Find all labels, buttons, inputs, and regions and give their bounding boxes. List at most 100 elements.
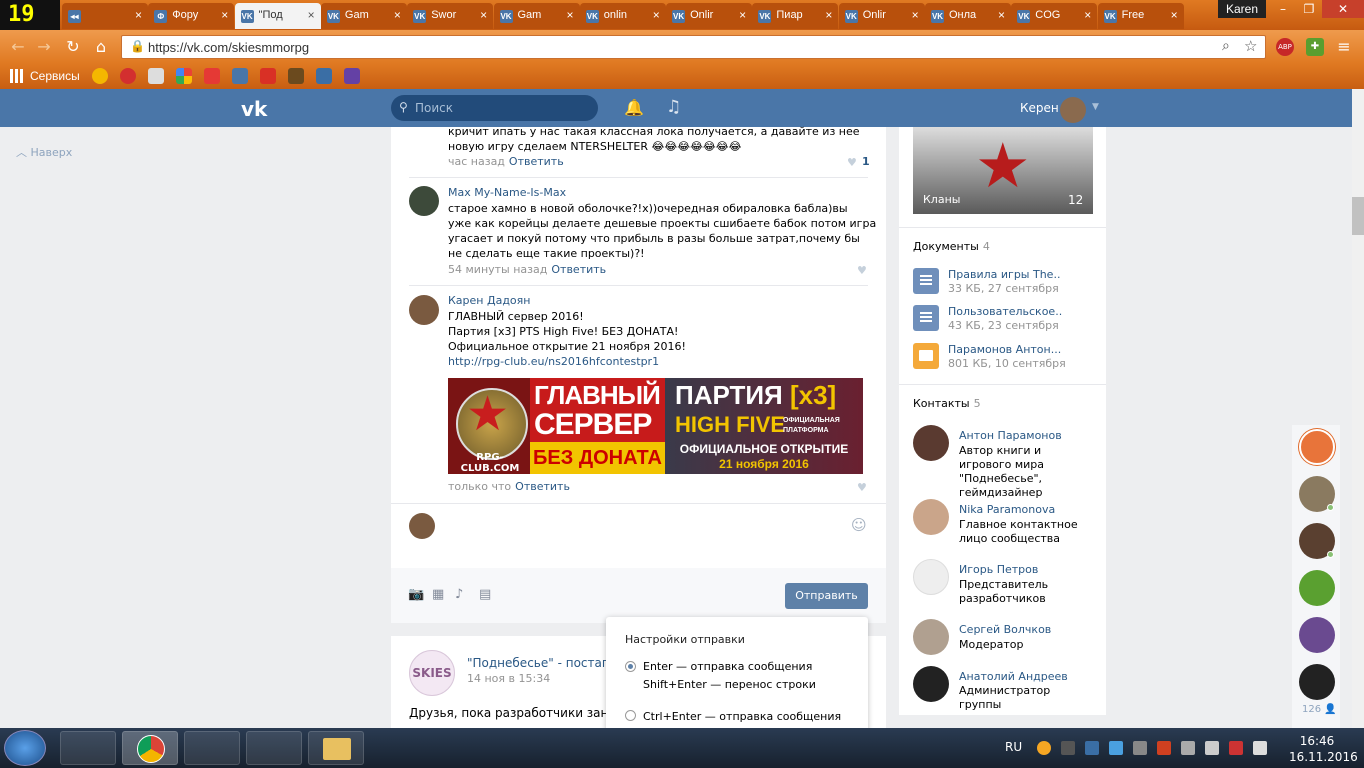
document-link[interactable]: Правила игры The.. [948, 268, 1060, 281]
bookmark-icon[interactable] [288, 68, 304, 84]
browser-tab[interactable]: VK Пиар × [752, 3, 839, 29]
bookmark-icon[interactable] [316, 68, 332, 84]
taskbar-app[interactable] [60, 731, 116, 765]
bookmark-services[interactable]: Сервисы [30, 69, 80, 83]
contact-avatar[interactable] [913, 619, 949, 655]
browser-tab[interactable]: VK Gam × [493, 3, 580, 29]
avatar[interactable] [409, 295, 439, 325]
home-icon[interactable]: ⌂ [91, 37, 111, 56]
taskbar-app[interactable] [246, 731, 302, 765]
close-tab-icon[interactable]: × [739, 8, 746, 22]
post-date[interactable]: 14 ноя в 15:34 [467, 672, 550, 685]
bookmark-icon[interactable] [120, 68, 136, 84]
contact-name[interactable]: Nika Paramonova [959, 503, 1055, 516]
close-tab-icon[interactable]: × [825, 8, 832, 22]
video-icon[interactable]: ▦ [432, 587, 444, 602]
chat-avatar[interactable] [1299, 429, 1335, 465]
chat-avatar[interactable] [1299, 570, 1335, 606]
close-tab-icon[interactable]: × [135, 8, 142, 22]
comment-input[interactable] [391, 504, 886, 568]
page-scrollbar[interactable] [1352, 89, 1364, 728]
like-heart-icon[interactable]: ♥ [847, 156, 857, 169]
audio-icon[interactable]: ♪ [455, 587, 463, 602]
contact-name[interactable]: Игорь Петров [959, 563, 1038, 576]
browser-tab[interactable]: ◂◂ × [62, 3, 148, 29]
tray-icon[interactable] [1181, 741, 1195, 755]
close-tab-icon[interactable]: × [308, 8, 315, 22]
browser-tab[interactable]: Ф Фору × [148, 3, 235, 29]
taskbar-explorer[interactable] [308, 731, 364, 765]
chevron-down-icon[interactable]: ▼ [1092, 102, 1099, 112]
post-author[interactable]: "Поднебесье" - постапок [467, 656, 624, 670]
tray-icon[interactable] [1109, 741, 1123, 755]
avatar[interactable] [409, 186, 439, 216]
bookmark-icon[interactable] [176, 68, 192, 84]
volume-icon[interactable] [1253, 741, 1267, 755]
contact-avatar[interactable] [913, 499, 949, 535]
tray-icon[interactable] [1157, 741, 1171, 755]
online-count[interactable]: 126 👤 [1302, 704, 1337, 715]
like-heart-icon[interactable]: ♥ [857, 264, 867, 277]
document-link[interactable]: Пользовательское.. [948, 305, 1062, 318]
scroll-up-link[interactable]: ︿ Наверх [16, 144, 72, 160]
browser-tab[interactable]: VK Onlir × [666, 3, 753, 29]
browser-tab[interactable]: VK "Под × [234, 3, 321, 29]
search-input[interactable]: ⚲ Поиск [391, 95, 598, 121]
notifications-bell-icon[interactable]: 🔔 [624, 98, 644, 117]
browser-tab[interactable]: VK Онла × [925, 3, 1011, 29]
close-tab-icon[interactable]: × [1084, 8, 1091, 22]
maximize-icon[interactable]: ❐ [1296, 0, 1322, 18]
reply-link[interactable]: Ответить [515, 480, 570, 493]
taskbar-chrome[interactable] [122, 731, 178, 765]
close-tab-icon[interactable]: × [221, 8, 228, 22]
contact-avatar[interactable] [913, 425, 949, 461]
documents-heading[interactable]: Документы 4 [913, 240, 990, 253]
vk-logo-icon[interactable]: vk [241, 97, 267, 121]
contact-avatar[interactable] [913, 559, 949, 595]
reply-link[interactable]: Ответить [509, 155, 564, 168]
comment-author[interactable]: Карен Дадоян [448, 294, 530, 307]
minimize-icon[interactable]: – [1270, 0, 1296, 18]
browser-tab[interactable]: VK Swor × [407, 3, 494, 29]
option-label[interactable]: Enter — отправка сообщения [643, 660, 812, 673]
window-user-badge[interactable]: Karen [1218, 0, 1267, 18]
bookmark-icon[interactable] [148, 68, 164, 84]
extension-icon[interactable]: ✚ [1306, 38, 1324, 56]
zoom-icon[interactable]: ⌕ [1222, 38, 1230, 54]
adblock-icon[interactable]: ABP [1276, 38, 1294, 56]
vk-icon[interactable] [232, 68, 248, 84]
close-tab-icon[interactable]: × [998, 8, 1005, 22]
document-icon[interactable]: ▤ [479, 587, 491, 602]
clans-album[interactable]: ★ Кланы 12 [913, 127, 1093, 214]
promo-banner-image[interactable]: ★ RPG-CLUB.COM ГЛАВНЫЙ СЕРВЕР БЕЗ ДОНАТА… [448, 378, 863, 474]
comment-author[interactable]: Max My-Name-Is-Max [448, 186, 566, 199]
youtube-icon[interactable] [204, 68, 220, 84]
forward-icon[interactable]: → [34, 37, 54, 56]
header-avatar[interactable] [1060, 97, 1086, 123]
close-tab-icon[interactable]: × [480, 8, 487, 22]
close-tab-icon[interactable]: × [653, 8, 660, 22]
radio-ctrl-enter-send[interactable] [625, 710, 636, 721]
close-window-icon[interactable]: ✕ [1322, 0, 1364, 18]
contact-name[interactable]: Антон Парамонов [959, 429, 1062, 442]
reply-link[interactable]: Ответить [551, 263, 606, 276]
emoji-icon[interactable]: ☺ [851, 516, 867, 534]
start-button[interactable] [4, 730, 46, 766]
contact-name[interactable]: Анатолий Андреев [959, 670, 1068, 683]
contacts-heading[interactable]: Контакты 5 [913, 397, 981, 410]
browser-tab[interactable]: VK Gam × [320, 3, 407, 29]
camera-icon[interactable]: 📷 [408, 587, 424, 602]
browser-tab[interactable]: VK Onlir × [838, 3, 925, 29]
header-user-name[interactable]: Керен [1020, 101, 1059, 115]
mail-ru-icon[interactable] [92, 68, 108, 84]
like-heart-icon[interactable]: ♥ [857, 481, 867, 494]
network-icon[interactable] [1205, 741, 1219, 755]
chat-avatar[interactable] [1299, 617, 1335, 653]
back-icon[interactable]: ← [8, 37, 28, 56]
radio-enter-send[interactable] [625, 661, 636, 672]
close-tab-icon[interactable]: × [566, 8, 573, 22]
close-tab-icon[interactable]: × [394, 8, 401, 22]
taskbar-app[interactable] [184, 731, 240, 765]
music-icon[interactable]: ♫ [666, 97, 681, 117]
browser-tab[interactable]: VK onlin × [579, 3, 666, 29]
